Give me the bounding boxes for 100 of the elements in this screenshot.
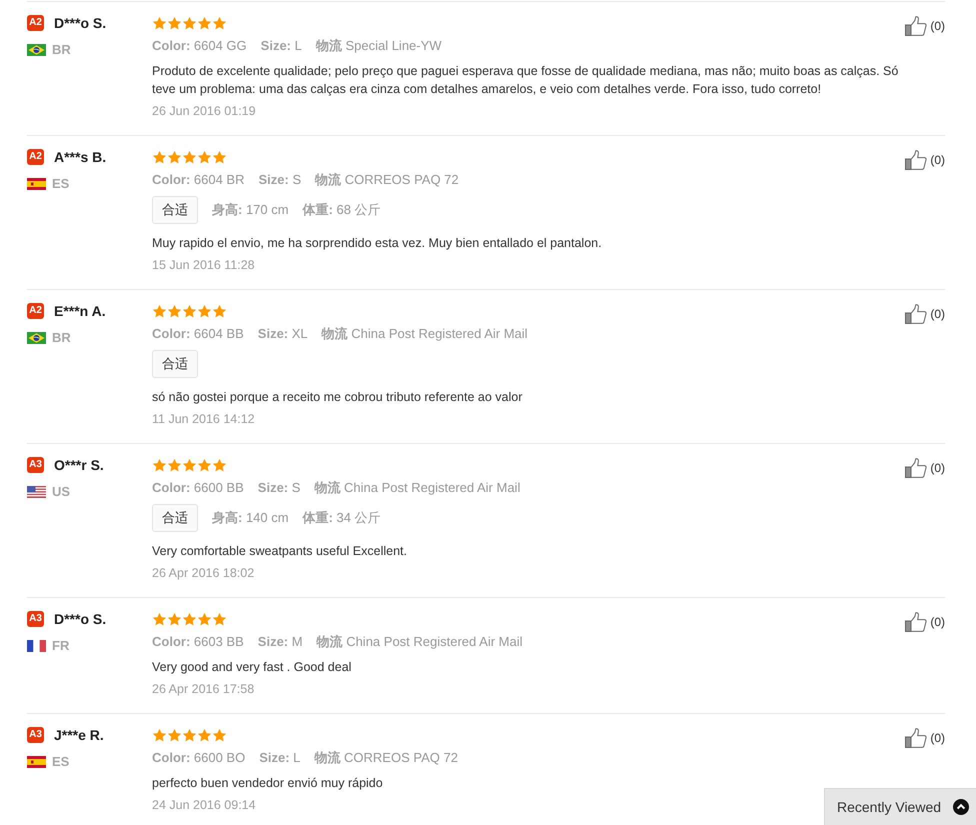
- star-icon: [212, 612, 227, 626]
- star-icon: [197, 458, 212, 472]
- review-attribute: 物流 Special Line-YW: [316, 37, 442, 55]
- helpful-button[interactable]: (0): [905, 612, 945, 632]
- thumbs-up-icon: [905, 458, 928, 478]
- flag-icon: [27, 44, 46, 56]
- thumbs-up-icon: [905, 150, 928, 170]
- review-attribute: Size: L: [259, 749, 300, 767]
- level-badge: A2: [27, 303, 44, 319]
- star-icon: [182, 728, 197, 742]
- review-attribute: Color: 6600 BO: [152, 749, 246, 767]
- country-code: US: [52, 483, 70, 502]
- fit-tag: 合适: [152, 504, 198, 532]
- recently-viewed-button[interactable]: Recently Viewed: [824, 788, 976, 825]
- review-comment: Produto de excelente qualidade; pelo preço que paguei esperava que fosse de qualidade mediana, mas não; muito boas as calças. Só teve um problema: uma das calças era cinza com detalhes amarelos, e veio com detalhes verde. Fora isso, tudo correto!: [152, 63, 900, 98]
- review-attribute: 物流 CORREOS PAQ 72: [314, 749, 458, 767]
- review-attribute: Size: S: [258, 171, 302, 189]
- review-comment: Very comfortable sweatpants useful Excellent.: [152, 543, 407, 560]
- star-icon: [197, 304, 212, 318]
- review-attribute: Color: 6604 GG: [152, 37, 247, 55]
- star-icon: [167, 728, 182, 742]
- star-icon: [152, 304, 167, 318]
- helpful-button[interactable]: (0): [905, 458, 945, 478]
- flag-icon: [27, 640, 46, 652]
- review-attribute: 物流 China Post Registered Air Mail: [322, 325, 528, 343]
- star-icon: [167, 150, 182, 164]
- star-icon: [167, 16, 182, 30]
- level-badge: A2: [27, 15, 44, 31]
- review-attribute: 物流 China Post Registered Air Mail: [316, 633, 522, 651]
- star-icon: [212, 458, 227, 472]
- review-comment: perfecto buen vendedor envió muy rápido: [152, 775, 383, 792]
- star-icon: [182, 458, 197, 472]
- country-code: ES: [52, 175, 70, 194]
- fit-tag: 合适: [152, 196, 198, 224]
- reviewer-name: J***e R.: [54, 726, 104, 744]
- review-attribute: Color: 6604 BR: [152, 171, 244, 189]
- star-icon: [152, 458, 167, 472]
- star-icon: [152, 612, 167, 626]
- review-attribute: 物流 CORREOS PAQ 72: [315, 171, 459, 189]
- star-icon: [212, 16, 227, 30]
- review-attribute: Size: M: [258, 633, 303, 651]
- star-icon: [212, 150, 227, 164]
- star-icon: [212, 304, 227, 318]
- level-badge: A3: [27, 727, 44, 743]
- review-attribute: Size: S: [258, 479, 300, 497]
- thumbs-up-icon: [905, 16, 928, 36]
- review-date: 15 Jun 2016 11:28: [152, 257, 255, 274]
- review-date: 26 Apr 2016 17:58: [152, 681, 254, 698]
- review-attribute: Size: L: [260, 37, 302, 55]
- star-icon: [182, 612, 197, 626]
- level-badge: A3: [27, 457, 44, 473]
- star-icon: [152, 728, 167, 742]
- flag-icon: [27, 178, 46, 190]
- review-date: 26 Jun 2016 01:19: [152, 103, 256, 120]
- star-icon: [197, 728, 212, 742]
- helpful-button[interactable]: (0): [905, 16, 945, 36]
- star-icon: [197, 150, 212, 164]
- star-icon: [182, 150, 197, 164]
- review-comment: Muy rapido el envio, me ha sorprendido esta vez. Muy bien entallado el pantalon.: [152, 235, 602, 252]
- thumbs-up-icon: [905, 304, 928, 324]
- star-icon: [182, 16, 197, 30]
- fit-measurement: 体重: 68 公斤: [302, 201, 381, 220]
- star-icon: [167, 612, 182, 626]
- helpful-button[interactable]: (0): [905, 728, 945, 748]
- reviewer-name: D***o S.: [54, 14, 106, 32]
- level-badge: A2: [27, 149, 44, 165]
- country-code: FR: [52, 637, 70, 656]
- star-icon: [197, 612, 212, 626]
- flag-icon: [27, 756, 46, 768]
- flag-icon: [27, 486, 46, 498]
- review-attribute: Color: 6603 BB: [152, 633, 244, 651]
- fit-measurement: 身高: 170 cm: [212, 201, 289, 220]
- star-icon: [152, 16, 167, 30]
- star-icon: [197, 16, 212, 30]
- flag-icon: [27, 332, 46, 344]
- star-icon: [152, 150, 167, 164]
- thumbs-up-icon: [905, 612, 928, 632]
- thumbs-up-icon: [905, 728, 928, 748]
- review-date: 11 Jun 2016 14:12: [152, 411, 255, 428]
- country-code: BR: [52, 41, 71, 60]
- star-icon: [212, 728, 227, 742]
- country-code: ES: [52, 753, 70, 772]
- helpful-button[interactable]: (0): [905, 304, 945, 324]
- star-icon: [167, 458, 182, 472]
- reviewer-name: A***s B.: [54, 148, 106, 166]
- review-attribute: 物流 China Post Registered Air Mail: [314, 479, 520, 497]
- star-icon: [167, 304, 182, 318]
- level-badge: A3: [27, 611, 44, 627]
- fit-tag: 合适: [152, 350, 198, 378]
- review-comment: Very good and very fast . Good deal: [152, 659, 352, 676]
- country-code: BR: [52, 329, 71, 348]
- chevron-up-circle-icon: [953, 799, 969, 815]
- reviewer-name: D***o S.: [54, 610, 106, 628]
- star-icon: [182, 304, 197, 318]
- helpful-button[interactable]: (0): [905, 150, 945, 170]
- review-date: 24 Jun 2016 09:14: [152, 797, 256, 814]
- review-comment: só não gostei porque a receito me cobrou tributo referente ao valor: [152, 389, 522, 406]
- review-date: 26 Apr 2016 18:02: [152, 565, 254, 582]
- fit-measurement: 身高: 140 cm: [212, 509, 289, 528]
- review-attribute: Color: 6604 BB: [152, 325, 244, 343]
